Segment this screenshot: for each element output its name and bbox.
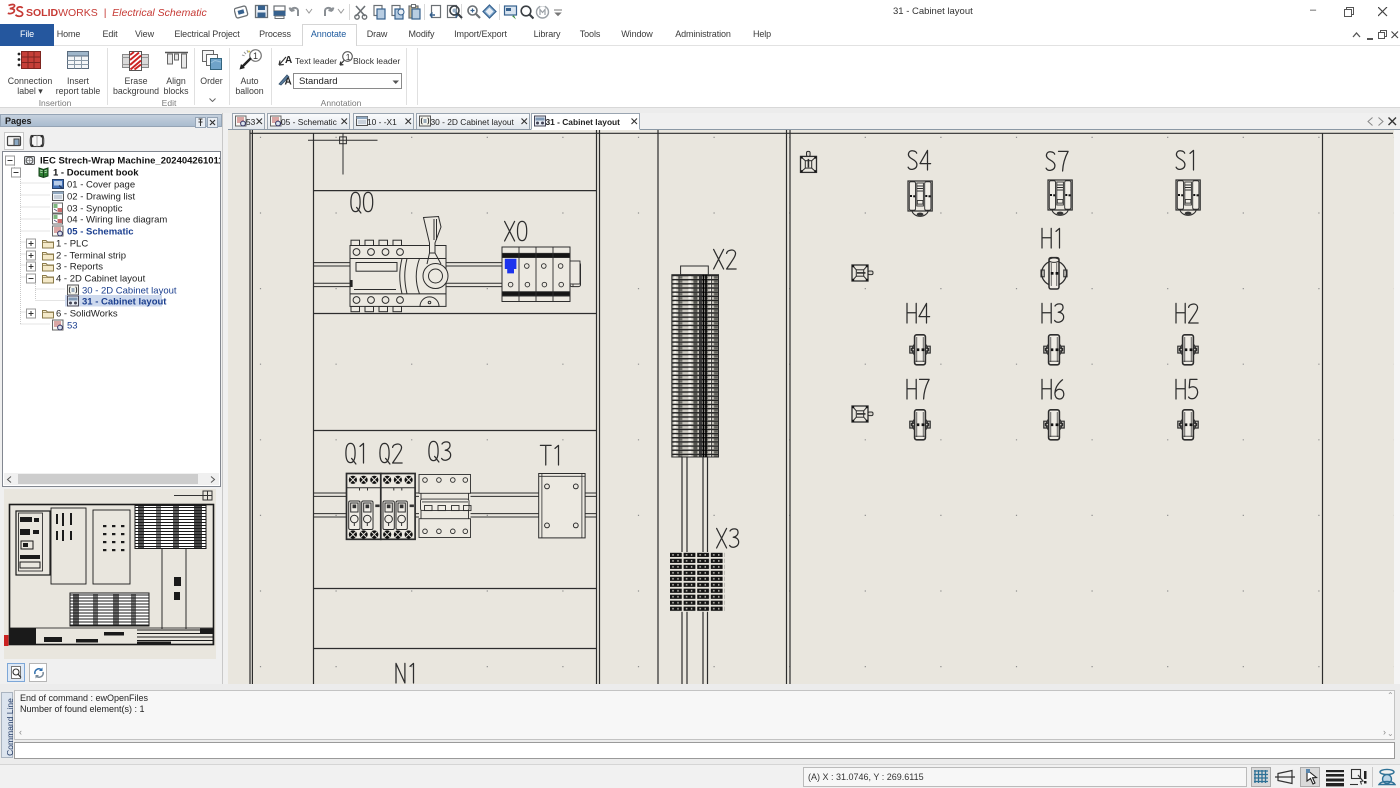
svg-text:30 - 2D Cabinet layout: 30 - 2D Cabinet layout [82,286,177,297]
svg-text:03 - Synoptic: 03 - Synoptic [67,204,123,215]
svg-text:2 - Terminal strip: 2 - Terminal strip [56,251,126,262]
svg-text:4 - 2D Cabinet layout: 4 - 2D Cabinet layout [56,274,146,285]
svg-text:A: A [285,55,292,66]
svg-text:1: 1 [253,51,258,61]
svg-text:05 - Schematic: 05 - Schematic [67,227,134,238]
svg-text:1 - PLC: 1 - PLC [56,239,88,250]
svg-text:1 - Document book: 1 - Document book [53,168,139,179]
svg-text:6 - SolidWorks: 6 - SolidWorks [56,309,118,320]
svg-text:04 - Wiring line diagram: 04 - Wiring line diagram [67,215,167,226]
svg-text:31 - Cabinet layout: 31 - Cabinet layout [82,297,167,308]
svg-text:01 - Cover page: 01 - Cover page [67,180,135,191]
svg-text:3 - Reports: 3 - Reports [56,262,103,273]
svg-text:53: 53 [67,321,78,332]
svg-text:1: 1 [346,52,351,62]
svg-text:A: A [285,77,292,88]
svg-text:02 - Drawing list: 02 - Drawing list [67,192,135,203]
svg-text:IEC Strech-Wrap Machine_202404: IEC Strech-Wrap Machine_2024042610112 [40,156,220,167]
